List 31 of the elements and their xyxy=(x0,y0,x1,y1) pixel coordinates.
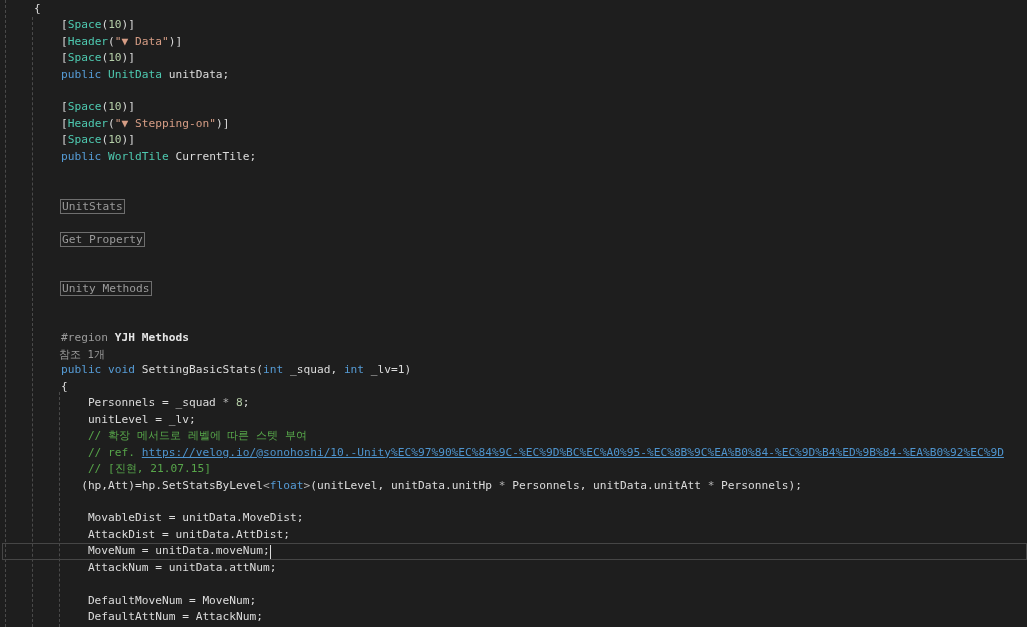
code-line: unitLevel = _lv; xyxy=(86,411,196,428)
code-comment: // ref. xyxy=(86,444,137,461)
code-line: AttackDist = unitData.AttDist; xyxy=(86,526,290,543)
code-line: DefaultMoveNum = MoveNum; xyxy=(86,592,257,609)
text-cursor xyxy=(269,544,271,559)
code-line: { xyxy=(59,378,68,395)
collapsed-region[interactable]: Get Property xyxy=(60,231,145,247)
code-line: AttackNum = unitData.attNum; xyxy=(86,559,277,576)
code-line: [Header("▼ Stepping-on")] xyxy=(59,115,230,132)
collapsed-region[interactable]: UnitStats xyxy=(60,198,125,214)
code-line: // 확장 메서드로 레벨에 따른 스텟 부여 xyxy=(86,428,307,445)
code-line: MoveNum = unitData.moveNum; xyxy=(86,543,270,560)
code-line: Personnels = _squad * 8; xyxy=(86,395,250,412)
collapsed-region[interactable]: Unity Methods xyxy=(60,281,152,297)
link[interactable]: https://velog.io/@sonohoshi/10.-Unity%EC%97%90%EC%84%9C-%EC%9D%BC%EC%A0%95-%EC%8B%9C%EA%B0%84-%EC%9D%B4%ED%9B%84-%EA%B0%92%EC%9D xyxy=(141,444,1004,462)
code-line: DefaultAttNum = AttackNum; xyxy=(86,609,263,625)
code-line: // [진현, 21.07.15] xyxy=(86,461,211,478)
code-line: [Space(10)] xyxy=(59,99,136,116)
code-line: [Space(10)] xyxy=(59,132,136,149)
code-line: #region YJH Methods xyxy=(59,329,189,346)
code-editor[interactable] xyxy=(0,0,1027,627)
code-line: MovableDist = unitData.MoveDist; xyxy=(86,510,304,527)
code-line: public UnitData unitData; xyxy=(59,66,230,83)
code-line: public WorldTile CurrentTile; xyxy=(59,148,257,165)
code-line: public void SettingBasicStats(int _squad, int _lv=1) xyxy=(59,362,412,379)
code-line: [Space(10)] xyxy=(59,17,136,34)
code-line: [Space(10)] xyxy=(59,50,136,67)
code-line: [Header("▼ Data")] xyxy=(59,33,183,50)
code-line: (hp,Att)=hp.SetStatsByLevel<float>(unitLevel, unitData.unitHp * Personnels, unitData.unitAtt * Personnels); xyxy=(80,477,802,494)
code-line: { xyxy=(34,0,41,17)
reference-count[interactable]: 참조 1개 xyxy=(34,346,105,363)
